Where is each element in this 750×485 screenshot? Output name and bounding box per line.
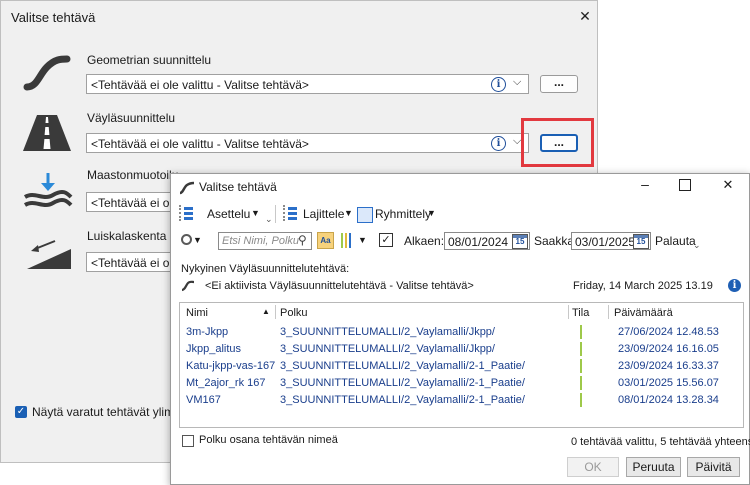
task-combo-value: <Tehtävää ei ole valittu - Valitse tehtä… — [91, 137, 309, 151]
magnifier-icon[interactable]: ⚲ — [298, 233, 307, 247]
status-text: 0 tehtävää valittu, 5 tehtävää yhteensä — [571, 436, 750, 448]
chevron-down-icon[interactable]: ▼ — [344, 208, 353, 218]
overflow-icon[interactable]: ⌄ — [693, 240, 701, 251]
table-row[interactable]: Mt_2ajor_rk 167 3_SUUNNITTELUMALLI/2_Vay… — [180, 375, 743, 392]
from-label: Alkaen: — [404, 234, 445, 248]
table-row[interactable]: VM167 3_SUUNNITTELUMALLI/2_Vaylamalli/2-… — [180, 392, 743, 409]
overflow-icon[interactable]: ⌄ — [265, 214, 273, 225]
column-header-date[interactable]: Päivämäärä — [614, 307, 673, 319]
app-icon — [179, 181, 195, 195]
calendar-icon[interactable]: 15 — [512, 234, 528, 249]
app-icon — [181, 280, 195, 292]
sub-dialog-title: Valitse tehtävä — [199, 180, 277, 194]
curve-road-icon — [23, 55, 71, 91]
row-date: 03/01/2025 15.56.07 — [618, 377, 719, 389]
chevron-down-icon[interactable]: ⌵ — [513, 76, 521, 89]
row-name: 3m-Jkpp — [186, 326, 229, 338]
chevron-down-icon[interactable]: ▼ — [427, 208, 436, 218]
restore-button[interactable]: Palauta — [655, 234, 696, 248]
current-task-label: Nykyinen Väyläsuunnittelutehtävä: — [181, 263, 350, 275]
layout-icon — [179, 205, 195, 221]
divider — [568, 305, 569, 319]
chevron-down-icon[interactable]: ▼ — [193, 235, 202, 245]
row-path: 3_SUUNNITTELUMALLI/2_Vaylamalli/Jkpp/ — [280, 326, 495, 338]
calendar-icon[interactable]: 15 — [633, 234, 649, 249]
sort-ascending-icon: ▲ — [262, 307, 270, 316]
sort-button[interactable]: Lajittele — [303, 207, 344, 221]
column-header-name[interactable]: Nimi — [186, 307, 208, 319]
status-indicator — [580, 325, 582, 339]
slope-icon — [27, 240, 71, 269]
maximize-icon[interactable] — [679, 179, 691, 191]
show-reserved-checkbox[interactable]: ✓ — [15, 406, 27, 418]
row-name: VM167 — [186, 394, 221, 406]
task-list: Nimi ▲ Polku Tila Päivämäärä 3m-Jkpp 3_S… — [179, 302, 744, 428]
row-path: 3_SUUNNITTELUMALLI/2_Vaylamalli/2-1_Paat… — [280, 360, 525, 372]
info-icon[interactable]: i — [491, 136, 506, 151]
table-row[interactable]: Katu-jkpp-vas-167 3_SUUNNITTELUMALLI/2_V… — [180, 358, 743, 375]
row-date: 08/01/2024 13.28.34 — [618, 394, 719, 406]
section-label-geometry: Geometrian suunnittelu — [87, 53, 212, 67]
terrain-icon — [23, 173, 73, 207]
close-icon[interactable]: ✕ — [719, 177, 737, 193]
search-icon[interactable] — [181, 234, 192, 245]
row-date: 23/09/2024 16.33.37 — [618, 360, 719, 372]
refresh-button[interactable]: Päivitä — [687, 457, 740, 477]
section-label-road: Väyläsuunnittelu — [87, 111, 176, 125]
divider — [608, 305, 609, 319]
sort-icon — [283, 205, 299, 221]
path-in-name-checkbox[interactable] — [182, 435, 194, 447]
from-date-field[interactable]: 08/01/2024 15 — [444, 232, 530, 250]
to-date-field[interactable]: 03/01/2025 15 — [571, 232, 651, 250]
chevron-down-icon[interactable]: ▼ — [251, 208, 260, 218]
cancel-button[interactable]: Peruuta — [626, 457, 681, 477]
section-label-terrain: Maastonmuotoilu — [87, 168, 179, 182]
task-combo-value: <Tehtävää ei ole valittu - Valitse tehtä… — [91, 78, 309, 92]
date-filter-checkbox[interactable]: ✓ — [379, 233, 393, 247]
status-indicator — [580, 342, 582, 356]
sub-dialog: Valitse tehtävä – ✕ Asettelu ▼ ⌄ Lajitte… — [170, 173, 750, 485]
current-date: Friday, 14 March 2025 13.19 — [573, 280, 713, 292]
layout-button[interactable]: Asettelu — [207, 207, 250, 221]
status-indicator — [580, 376, 582, 390]
row-name: Mt_2ajor_rk 167 — [186, 377, 266, 389]
status-indicator — [580, 393, 582, 407]
row-path: 3_SUUNNITTELUMALLI/2_Vaylamalli/2-1_Paat… — [280, 394, 525, 406]
ok-button[interactable]: OK — [567, 457, 619, 477]
match-case-icon[interactable]: Aa — [317, 232, 334, 249]
section-label-slope: Luiskalaskenta — [87, 229, 167, 243]
group-button[interactable]: Ryhmittely — [375, 207, 431, 221]
task-combo-road[interactable]: <Tehtävää ei ole valittu - Valitse tehtä… — [86, 133, 529, 153]
table-row[interactable]: Jkpp_alitus 3_SUUNNITTELUMALLI/2_Vaylama… — [180, 341, 743, 358]
divider — [275, 305, 276, 319]
browse-button-geometry[interactable]: ... — [540, 75, 578, 93]
from-date-value: 08/01/2024 — [448, 235, 509, 249]
row-name: Katu-jkpp-vas-167 — [186, 360, 276, 372]
current-task-value: <Ei aktiivista Väyläsuunnittelutehtävä -… — [205, 280, 474, 292]
road-perspective-icon — [23, 115, 71, 151]
divider — [275, 205, 276, 223]
row-date: 27/06/2024 12.48.53 — [618, 326, 719, 338]
to-date-value: 03/01/2025 — [575, 235, 636, 249]
table-row[interactable]: 3m-Jkpp 3_SUUNNITTELUMALLI/2_Vaylamalli/… — [180, 324, 743, 341]
row-name: Jkpp_alitus — [186, 343, 242, 355]
chevron-down-icon[interactable]: ▼ — [358, 235, 367, 245]
columns-icon[interactable] — [341, 233, 351, 249]
status-indicator — [580, 359, 582, 373]
highlight-frame — [521, 118, 594, 167]
row-path: 3_SUUNNITTELUMALLI/2_Vaylamalli/Jkpp/ — [280, 343, 495, 355]
row-path: 3_SUUNNITTELUMALLI/2_Vaylamalli/2-1_Paat… — [280, 377, 525, 389]
row-date: 23/09/2024 16.16.05 — [618, 343, 719, 355]
minimize-icon[interactable]: – — [633, 176, 657, 192]
main-dialog-title: Valitse tehtävä — [11, 10, 96, 25]
column-header-path[interactable]: Polku — [280, 307, 308, 319]
column-header-state[interactable]: Tila — [572, 307, 589, 319]
close-icon[interactable]: ✕ — [573, 4, 597, 28]
task-combo-geometry[interactable]: <Tehtävää ei ole valittu - Valitse tehtä… — [86, 74, 529, 94]
info-icon[interactable]: i — [491, 77, 506, 92]
path-in-name-label: Polku osana tehtävän nimeä — [199, 434, 338, 446]
group-icon — [357, 207, 373, 223]
info-icon[interactable]: i — [728, 279, 741, 292]
